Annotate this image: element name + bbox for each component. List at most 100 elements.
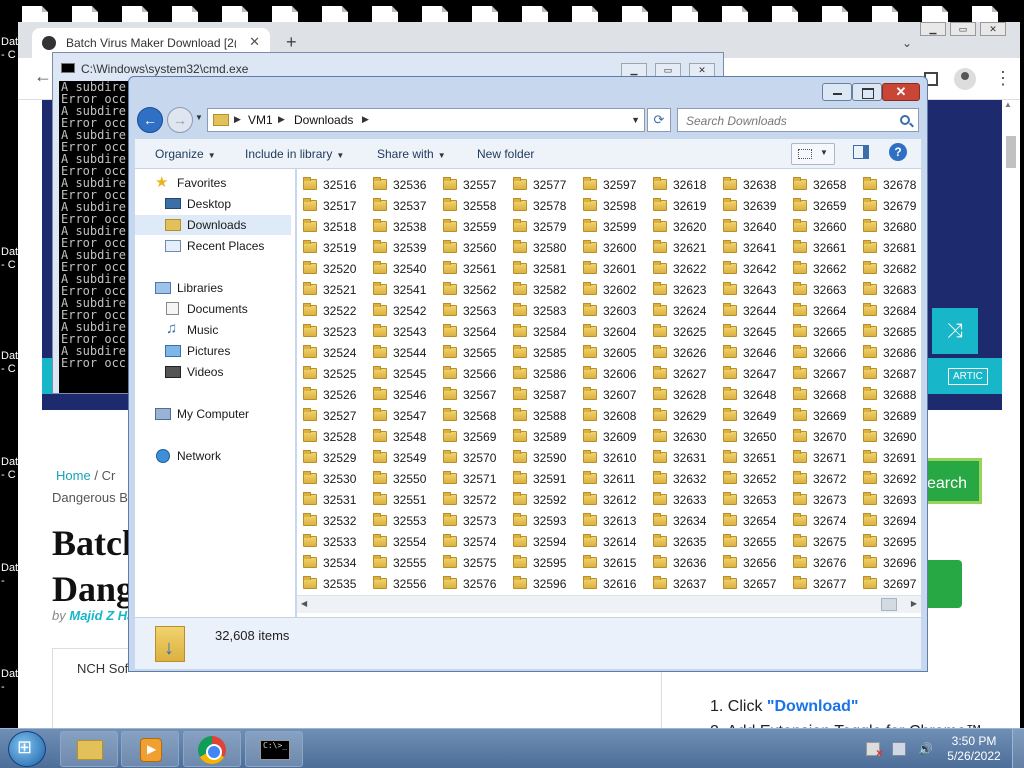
folder-item[interactable]: 32585: [513, 343, 581, 363]
folder-item[interactable]: 32651: [723, 448, 791, 468]
folder-item[interactable]: 32614: [583, 532, 651, 552]
folder-item[interactable]: 32528: [303, 427, 371, 447]
folder-item[interactable]: 32638: [723, 175, 791, 195]
address-dropdown-icon[interactable]: ▼: [631, 115, 640, 125]
folder-item[interactable]: 32656: [723, 553, 791, 573]
folder-item[interactable]: 32521: [303, 280, 371, 300]
folder-item[interactable]: 32687: [863, 364, 921, 384]
folder-item[interactable]: 32681: [863, 238, 921, 258]
nav-favorites[interactable]: ★ Favorites: [135, 173, 291, 193]
folder-item[interactable]: 32603: [583, 301, 651, 321]
folder-item[interactable]: 32646: [723, 343, 791, 363]
folder-item[interactable]: 32565: [443, 343, 511, 363]
cmd-maximize-button[interactable]: ▭: [655, 63, 681, 77]
folder-item[interactable]: 32516: [303, 175, 371, 195]
folder-item[interactable]: 32690: [863, 427, 921, 447]
tab-search-icon[interactable]: ⌄: [902, 36, 912, 50]
desktop-file-icon[interactable]: [822, 6, 848, 22]
folder-item[interactable]: 32637: [653, 574, 721, 594]
folder-item[interactable]: 32545: [373, 364, 441, 384]
folder-item[interactable]: 32593: [513, 511, 581, 531]
folder-item[interactable]: 32584: [513, 322, 581, 342]
scroll-left-icon[interactable]: ◀: [301, 599, 307, 608]
folder-item[interactable]: 32661: [793, 238, 861, 258]
chevron-right-icon[interactable]: ▶: [362, 114, 369, 125]
folder-item[interactable]: 32599: [583, 217, 651, 237]
folder-item[interactable]: 32544: [373, 343, 441, 363]
folder-item[interactable]: 32556: [373, 574, 441, 594]
nav-libraries[interactable]: Libraries: [135, 278, 291, 298]
folder-item[interactable]: 32605: [583, 343, 651, 363]
desktop-file-icon[interactable]: [122, 6, 148, 22]
search-icon[interactable]: [900, 115, 910, 125]
folder-item[interactable]: 32664: [793, 301, 861, 321]
folder-item[interactable]: 32533: [303, 532, 371, 552]
folder-item[interactable]: 32572: [443, 490, 511, 510]
folder-item[interactable]: 32547: [373, 406, 441, 426]
desktop-file-icon[interactable]: [972, 6, 998, 22]
folder-item[interactable]: 32634: [653, 511, 721, 531]
folder-item[interactable]: 32539: [373, 238, 441, 258]
folder-item[interactable]: 32685: [863, 322, 921, 342]
folder-item[interactable]: 32523: [303, 322, 371, 342]
folder-item[interactable]: 32629: [653, 406, 721, 426]
folder-item[interactable]: 32573: [443, 511, 511, 531]
folder-item[interactable]: 32652: [723, 469, 791, 489]
folder-item[interactable]: 32524: [303, 343, 371, 363]
folder-item[interactable]: 32683: [863, 280, 921, 300]
folder-item[interactable]: 32526: [303, 385, 371, 405]
folder-item[interactable]: 32663: [793, 280, 861, 300]
folder-item[interactable]: 32639: [723, 196, 791, 216]
desktop-file-icon[interactable]: [22, 6, 48, 22]
folder-item[interactable]: 32546: [373, 385, 441, 405]
folder-item[interactable]: 32682: [863, 259, 921, 279]
folder-item[interactable]: 32520: [303, 259, 371, 279]
taskbar-cmd-button[interactable]: C:\>_: [245, 731, 303, 767]
desktop-item-label[interactable]: Dat - C: [1, 246, 18, 272]
folder-item[interactable]: 32697: [863, 574, 921, 594]
folder-item[interactable]: 32553: [373, 511, 441, 531]
folder-item[interactable]: 32624: [653, 301, 721, 321]
folder-item[interactable]: 32560: [443, 238, 511, 258]
folder-item[interactable]: 32591: [513, 469, 581, 489]
folder-item[interactable]: 32554: [373, 532, 441, 552]
folder-item[interactable]: 32611: [583, 469, 651, 489]
folder-item[interactable]: 32601: [583, 259, 651, 279]
change-view-button[interactable]: ▼: [791, 143, 835, 165]
folder-item[interactable]: 32518: [303, 217, 371, 237]
refresh-button[interactable]: ⟳: [647, 108, 671, 132]
folder-item[interactable]: 32579: [513, 217, 581, 237]
folder-item[interactable]: 32672: [793, 469, 861, 489]
folder-item[interactable]: 32623: [653, 280, 721, 300]
folder-item[interactable]: 32574: [443, 532, 511, 552]
folder-item[interactable]: 32658: [793, 175, 861, 195]
volume-icon[interactable]: 🔊: [918, 742, 933, 756]
nav-desktop[interactable]: Desktop: [135, 194, 291, 214]
preview-pane-icon[interactable]: [853, 145, 869, 159]
folder-item[interactable]: 32615: [583, 553, 651, 573]
desktop-file-icon[interactable]: [472, 6, 498, 22]
breadcrumb-home-link[interactable]: Home: [56, 468, 91, 483]
address-bar[interactable]: ▶ VM1 ▶ Downloads ▶ ▼: [207, 108, 645, 132]
folder-item[interactable]: 32525: [303, 364, 371, 384]
folder-item[interactable]: 32612: [583, 490, 651, 510]
folder-item[interactable]: 32540: [373, 259, 441, 279]
folder-item[interactable]: 32692: [863, 469, 921, 489]
folder-item[interactable]: 32669: [793, 406, 861, 426]
folder-item[interactable]: 32519: [303, 238, 371, 258]
desktop-file-icon[interactable]: [372, 6, 398, 22]
folder-item[interactable]: 32583: [513, 301, 581, 321]
folder-item[interactable]: 32671: [793, 448, 861, 468]
folder-item[interactable]: 32626: [653, 343, 721, 363]
folder-item[interactable]: 32635: [653, 532, 721, 552]
folder-item[interactable]: 32645: [723, 322, 791, 342]
folder-item[interactable]: 32543: [373, 322, 441, 342]
folder-item[interactable]: 32555: [373, 553, 441, 573]
chrome-minimize-button[interactable]: ▁: [920, 22, 946, 36]
folder-item[interactable]: 32586: [513, 364, 581, 384]
nav-downloads[interactable]: Downloads: [135, 215, 291, 235]
folder-item[interactable]: 32666: [793, 343, 861, 363]
folder-item[interactable]: 32641: [723, 238, 791, 258]
tab-close-icon[interactable]: ✕: [249, 34, 260, 50]
nav-videos[interactable]: Videos: [135, 362, 291, 382]
